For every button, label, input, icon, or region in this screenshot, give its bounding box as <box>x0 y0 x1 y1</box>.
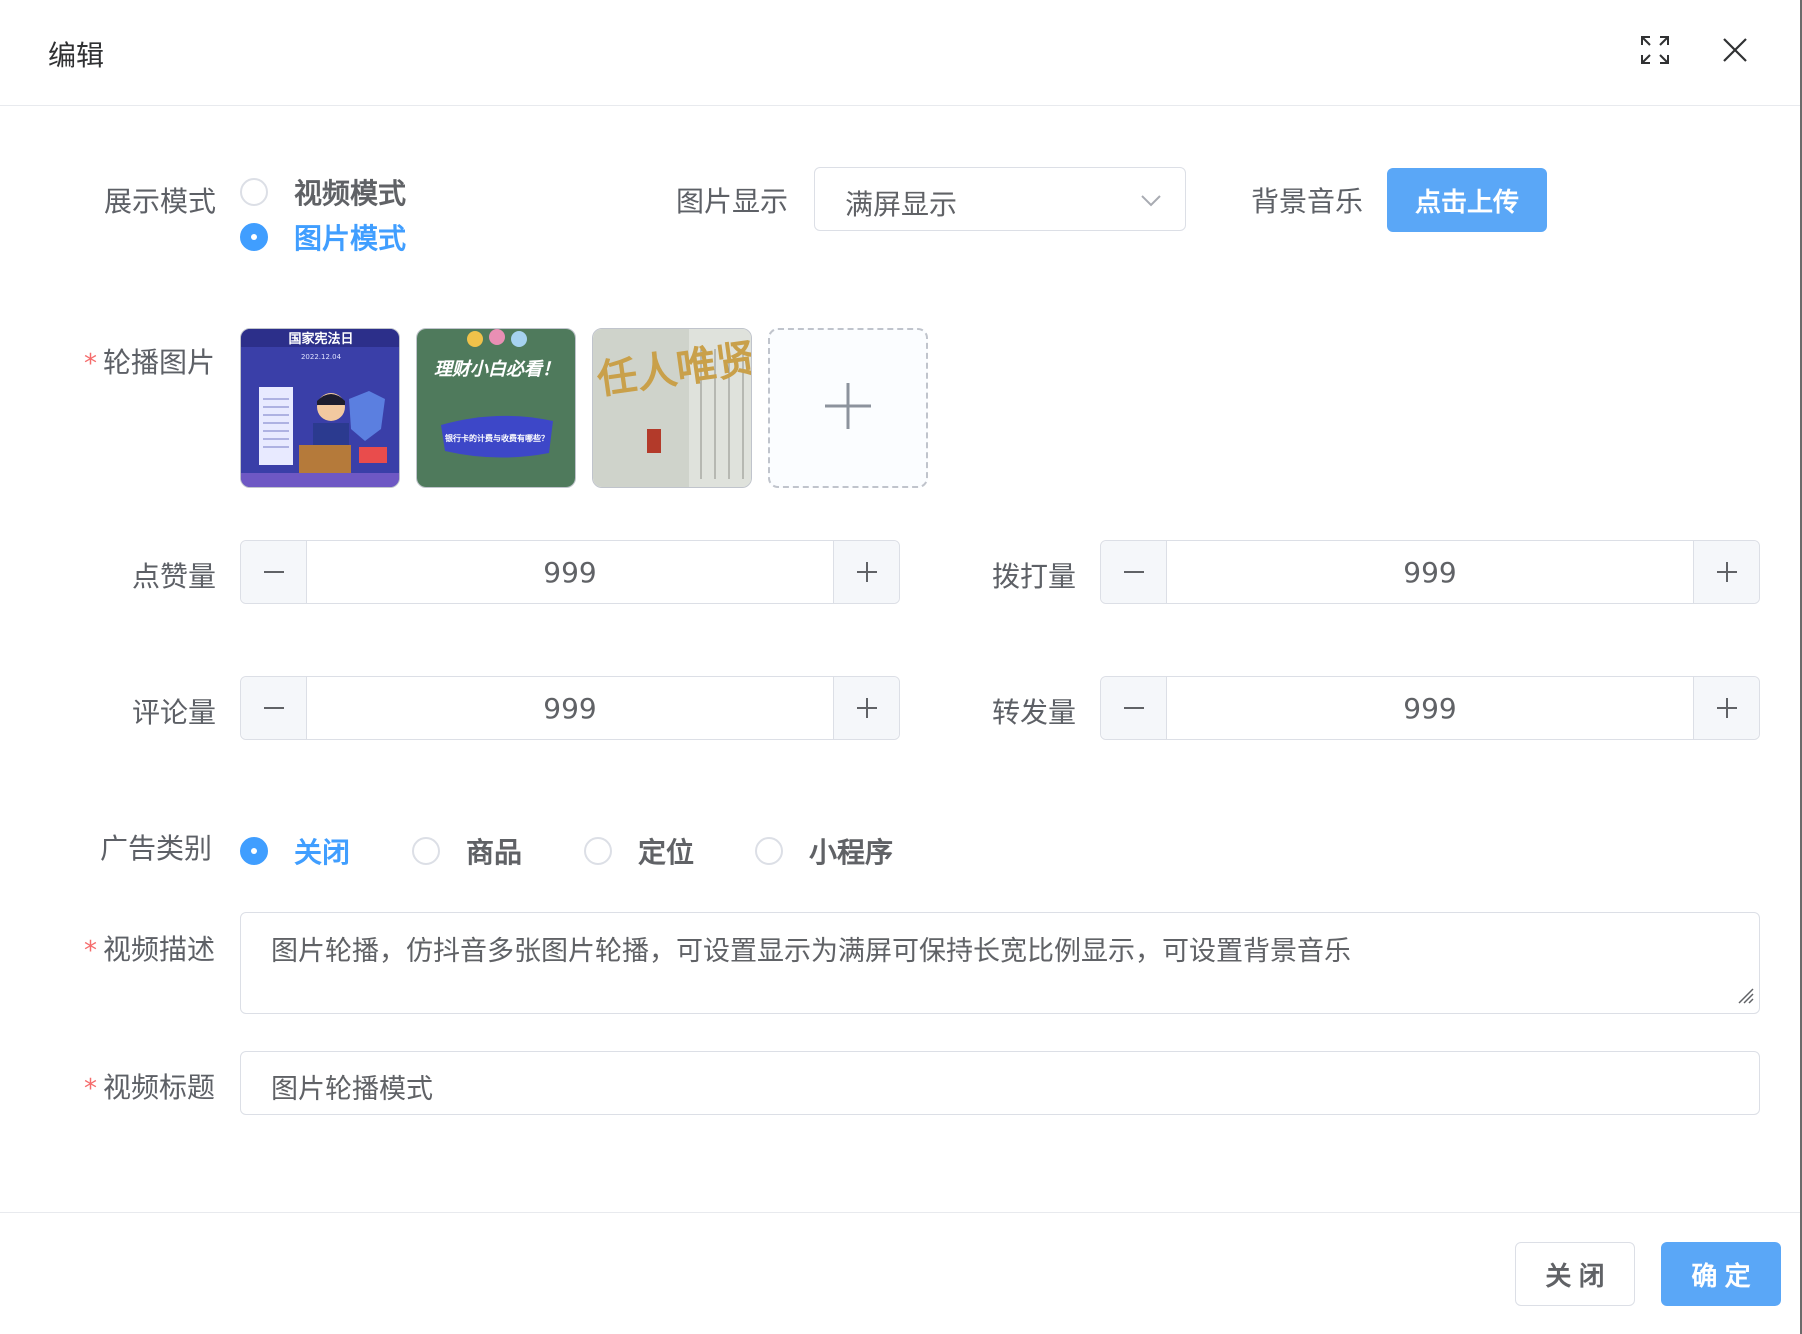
edit-dialog: 编辑 展示模式 视频模式 图片模式 图片显示 满屏显示 背景音乐 点击上传 * … <box>0 0 1802 1334</box>
image-1-date: 2022.12.04 <box>301 353 342 361</box>
dialog-header: 编辑 <box>0 0 1800 106</box>
video-desc-textarea[interactable]: 图片轮播，仿抖音多张图片轮播，可设置显示为满屏可保持长宽比例显示，可设置背景音乐 <box>240 912 1760 1014</box>
radio-image-mode[interactable]: 图片模式 <box>240 217 406 257</box>
video-title-input[interactable]: 图片轮播模式 <box>240 1051 1760 1115</box>
increment-button[interactable] <box>833 677 899 739</box>
decrement-button[interactable] <box>1101 541 1167 603</box>
ad-type-label: 广告类别 <box>100 832 213 865</box>
comments-label: 评论量 <box>132 696 217 729</box>
radio-ad-product[interactable]: 商品 <box>412 831 522 871</box>
radio-label: 视频模式 <box>294 177 407 210</box>
image-2-subtitle: 银行卡的计费与收费有哪些？ <box>444 433 549 443</box>
video-title-label-text: 视频标题 <box>103 1071 216 1104</box>
required-mark: * <box>84 1074 97 1104</box>
dialog-title: 编辑 <box>48 39 105 72</box>
input-value: 图片轮播模式 <box>271 1074 433 1105</box>
increment-button[interactable] <box>833 541 899 603</box>
plus-icon <box>823 381 873 435</box>
radio-label: 商品 <box>466 836 523 869</box>
increment-button[interactable] <box>1693 541 1759 603</box>
calls-label: 拨打量 <box>992 560 1077 593</box>
carousel-image-3[interactable]: 任人唯贤 <box>592 328 752 488</box>
display-mode-label: 展示模式 <box>103 185 216 218</box>
carousel-image-2[interactable]: 理财小白必看！ 银行卡的计费与收费有哪些？ <box>416 328 576 488</box>
radio-circle <box>412 837 440 865</box>
calls-input[interactable] <box>1167 541 1693 603</box>
radio-label: 关闭 <box>294 836 351 869</box>
shares-stepper <box>1100 676 1760 740</box>
radio-circle <box>584 837 612 865</box>
increment-button[interactable] <box>1693 677 1759 739</box>
carousel-image-1[interactable]: 国家宪法日 2022.12.04 <box>240 328 400 488</box>
radio-label: 定位 <box>638 836 695 869</box>
footer-divider <box>0 1212 1800 1213</box>
bg-music-label: 背景音乐 <box>1251 185 1364 218</box>
video-title-label: * 视频标题 <box>84 1066 215 1106</box>
radio-video-mode[interactable]: 视频模式 <box>240 172 406 212</box>
radio-label: 图片模式 <box>294 222 407 255</box>
image-display-label: 图片显示 <box>676 185 789 218</box>
carousel-label-text: 轮播图片 <box>103 346 216 379</box>
radio-circle <box>240 837 268 865</box>
radio-ad-off[interactable]: 关闭 <box>240 831 350 871</box>
close-icon[interactable] <box>1715 30 1755 70</box>
video-desc-label: * 视频描述 <box>84 928 215 968</box>
image-display-select[interactable]: 满屏显示 <box>814 167 1186 231</box>
resize-grip-icon[interactable] <box>1733 983 1755 1009</box>
required-mark: * <box>84 349 97 379</box>
confirm-button[interactable]: 确 定 <box>1661 1242 1781 1306</box>
radio-ad-location[interactable]: 定位 <box>584 831 694 871</box>
likes-input[interactable] <box>307 541 833 603</box>
radio-circle <box>240 178 268 206</box>
decrement-button[interactable] <box>241 677 307 739</box>
radio-ad-miniprogram[interactable]: 小程序 <box>755 831 893 871</box>
chevron-down-icon <box>1139 188 1163 216</box>
add-image-button[interactable] <box>768 328 928 488</box>
textarea-value: 图片轮播，仿抖音多张图片轮播，可设置显示为满屏可保持长宽比例显示，可设置背景音乐 <box>271 936 1351 967</box>
likes-stepper <box>240 540 900 604</box>
image-2-title: 理财小白必看！ <box>434 359 560 380</box>
shares-input[interactable] <box>1167 677 1693 739</box>
calls-stepper <box>1100 540 1760 604</box>
image-1-title: 国家宪法日 <box>288 331 353 347</box>
radio-circle <box>240 223 268 251</box>
decrement-button[interactable] <box>1101 677 1167 739</box>
fullscreen-icon[interactable] <box>1635 30 1675 70</box>
comments-stepper <box>240 676 900 740</box>
radio-label: 小程序 <box>809 836 894 869</box>
upload-music-button[interactable]: 点击上传 <box>1387 168 1547 232</box>
radio-circle <box>755 837 783 865</box>
decrement-button[interactable] <box>241 541 307 603</box>
likes-label: 点赞量 <box>132 560 217 593</box>
comments-input[interactable] <box>307 677 833 739</box>
video-desc-label-text: 视频描述 <box>103 933 216 966</box>
select-value: 满屏显示 <box>845 188 958 221</box>
carousel-label: * 轮播图片 <box>84 341 215 381</box>
required-mark: * <box>84 936 97 966</box>
close-button[interactable]: 关 闭 <box>1515 1242 1635 1306</box>
shares-label: 转发量 <box>992 696 1077 729</box>
